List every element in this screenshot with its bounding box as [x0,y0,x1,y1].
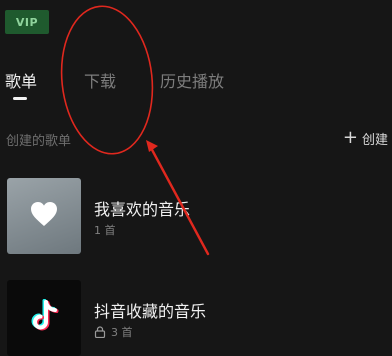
playlist-meta: 1 首 [94,222,116,238]
playlist-meta: 3 首 [94,324,133,340]
music-library-screen: VIP 歌单 下载 历史播放 创建的歌单 + 创建 我喜欢的音乐 1 首 抖音收… [0,0,392,356]
playlist-cover [7,280,81,356]
playlist-cover [7,178,81,254]
tab-downloads[interactable]: 下载 [84,70,116,94]
library-tabs: 歌单 下载 历史播放 [0,70,392,104]
create-label: 创建 [361,132,388,148]
tab-downloads-label: 下载 [84,72,117,91]
section-title: 创建的歌单 [6,134,72,149]
tab-history[interactable]: 历史播放 [160,70,224,94]
lock-icon [94,326,106,338]
track-count: 3 首 [111,326,133,339]
created-playlists-header: 创建的歌单 + 创建 [0,128,392,152]
playlist-item-liked[interactable]: 我喜欢的音乐 1 首 [0,178,392,254]
playlist-title: 我喜欢的音乐 [94,200,191,219]
create-playlist-button[interactable]: + 创建 [343,128,388,148]
tiktok-icon [29,299,59,337]
playlist-title: 抖音收藏的音乐 [94,302,207,321]
vip-badge[interactable]: VIP [5,10,49,34]
track-count: 1 首 [94,224,116,237]
plus-icon: + [342,127,358,148]
playlist-item-douyin[interactable]: 抖音收藏的音乐 3 首 [0,280,392,356]
tab-playlists[interactable]: 歌单 [5,70,38,100]
heart-icon [30,201,58,231]
active-tab-indicator [13,97,27,100]
tab-history-label: 历史播放 [160,72,225,91]
tab-playlists-label: 歌单 [5,72,38,91]
